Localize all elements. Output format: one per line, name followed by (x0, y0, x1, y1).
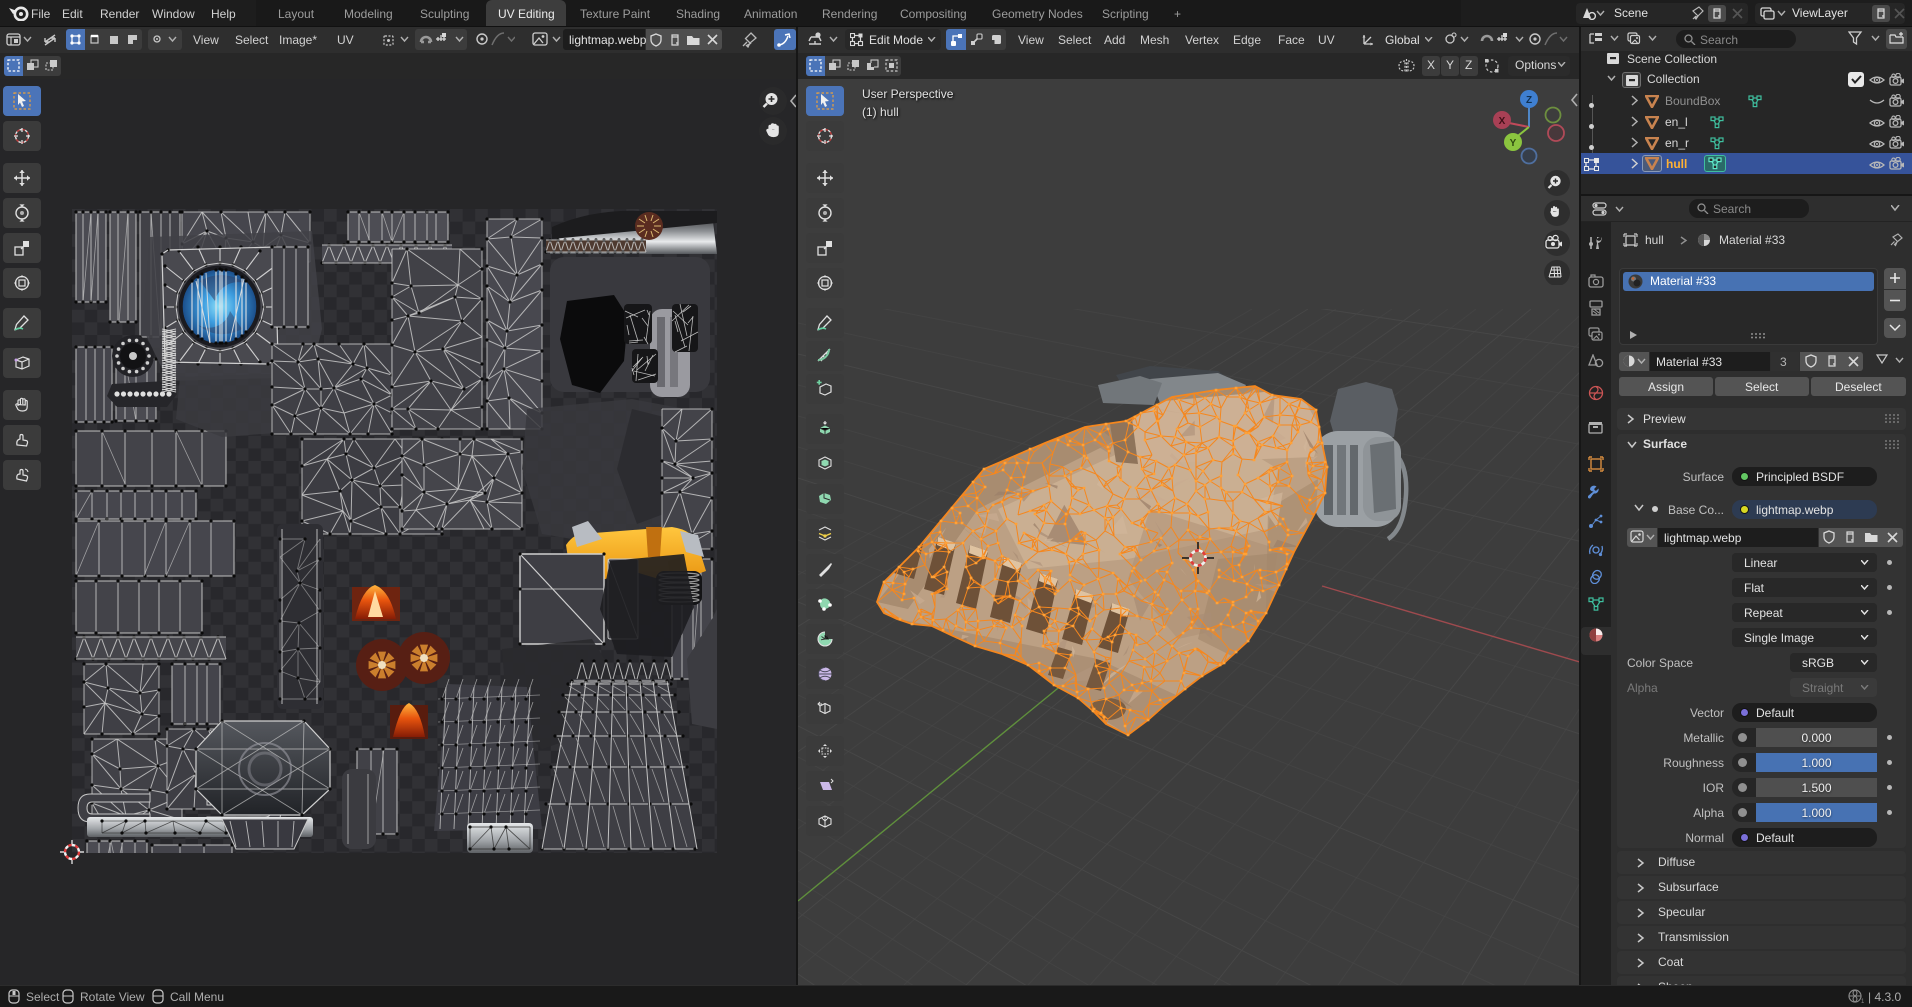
svg-text:Z: Z (1526, 95, 1532, 106)
svg-text:X: X (1499, 116, 1506, 127)
svg-text:1: 1 (1861, 999, 1864, 1004)
svg-text:Y: Y (1510, 138, 1517, 149)
